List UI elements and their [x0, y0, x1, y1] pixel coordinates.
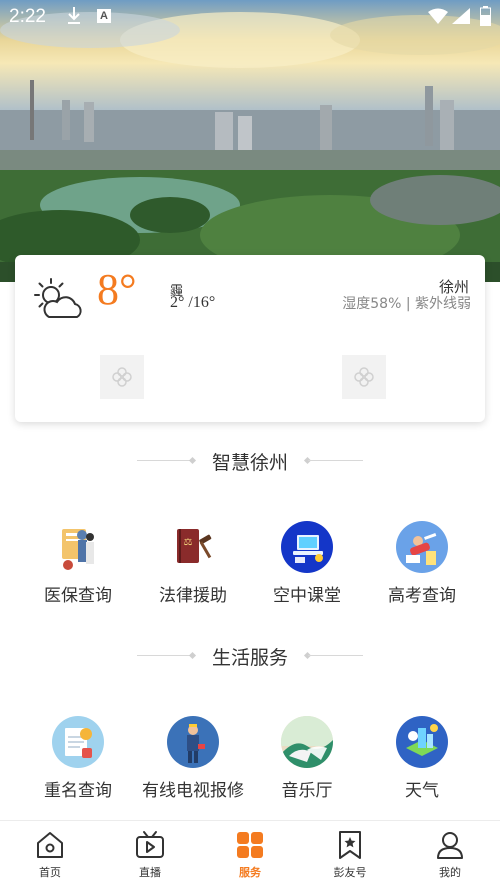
cable-tv-repair-icon [167, 716, 219, 768]
service-legal-aid[interactable]: ⚖ 法律援助 [130, 521, 256, 606]
wifi-icon [428, 8, 448, 24]
service-online-class[interactable]: 空中课堂 [244, 521, 370, 606]
section-title: 生活服务 [211, 647, 288, 669]
placeholder-flower-icon [354, 367, 374, 387]
humidity-uv-info: 湿度58% | 紫外线弱 [342, 296, 471, 312]
battery-icon [480, 6, 491, 26]
divider [308, 655, 363, 656]
cellular-signal-icon [452, 8, 470, 24]
download-icon [68, 7, 80, 24]
tab-label: 首页 [39, 866, 61, 879]
live-tv-icon [136, 831, 164, 858]
svg-text:⚖: ⚖ [184, 537, 193, 548]
temperature-range: 2° /16° [170, 294, 216, 311]
city-banner-image[interactable] [0, 0, 500, 282]
profile-icon [437, 832, 463, 859]
service-exam-query[interactable]: 高考查询 [359, 521, 485, 606]
bottom-tab-bar: 首页 直播 服务 彭友号 我的 [0, 820, 500, 889]
service-label: 空中课堂 [273, 586, 341, 606]
service-medical-insurance[interactable]: 医保查询 [15, 521, 141, 606]
service-label: 天气 [405, 781, 439, 801]
online-class-icon [281, 521, 333, 573]
medical-insurance-icon [52, 521, 104, 573]
image-placeholder [342, 355, 386, 399]
service-concert-hall[interactable]: 音乐厅 [244, 716, 370, 801]
section-title: 智慧徐州 [211, 452, 288, 474]
service-grid-icon [237, 832, 263, 858]
section-title-life-services: 生活服务 [0, 641, 500, 671]
tab-service[interactable]: 服务 [200, 829, 300, 880]
divider [308, 460, 363, 461]
legal-aid-icon: ⚖ [167, 521, 219, 573]
exam-query-icon [396, 521, 448, 573]
concert-hall-icon [281, 716, 333, 768]
tab-pengyouhao[interactable]: 彭友号 [300, 829, 400, 880]
current-temperature: 8° [97, 265, 137, 314]
status-time: 2:22 [9, 6, 46, 27]
tab-label: 彭友号 [333, 866, 367, 879]
tab-label: 我的 [439, 866, 461, 879]
section-title-smart-xuzhou: 智慧徐州 [0, 446, 500, 476]
placeholder-flower-icon [112, 367, 132, 387]
weather-icon [396, 716, 448, 768]
weather-card[interactable]: 8° 霾 2° /16° 徐州 湿度58% | 紫外线弱 [15, 255, 485, 422]
service-cable-tv-repair[interactable]: 有线电视报修 [130, 716, 256, 801]
tab-mine[interactable]: 我的 [400, 829, 500, 880]
service-label: 有线电视报修 [142, 781, 244, 801]
service-label: 重名查询 [44, 781, 112, 801]
name-query-icon [52, 716, 104, 768]
bookmark-star-icon [339, 831, 361, 859]
home-icon [37, 832, 63, 858]
service-label: 音乐厅 [281, 781, 333, 801]
tab-label: 服务 [239, 866, 261, 879]
tab-label: 直播 [139, 866, 161, 879]
tab-home[interactable]: 首页 [0, 829, 100, 880]
sun-cloud-icon [34, 278, 82, 318]
status-bar: 2:22 A [0, 0, 500, 34]
keyboard-a-icon: A [97, 9, 111, 23]
service-weather[interactable]: 天气 [359, 716, 485, 801]
service-label: 医保查询 [44, 586, 112, 606]
service-name-query[interactable]: 重名查询 [15, 716, 141, 801]
image-placeholder [100, 355, 144, 399]
service-label: 法律援助 [159, 586, 227, 606]
service-label: 高考查询 [388, 586, 456, 606]
tab-live[interactable]: 直播 [100, 829, 200, 880]
